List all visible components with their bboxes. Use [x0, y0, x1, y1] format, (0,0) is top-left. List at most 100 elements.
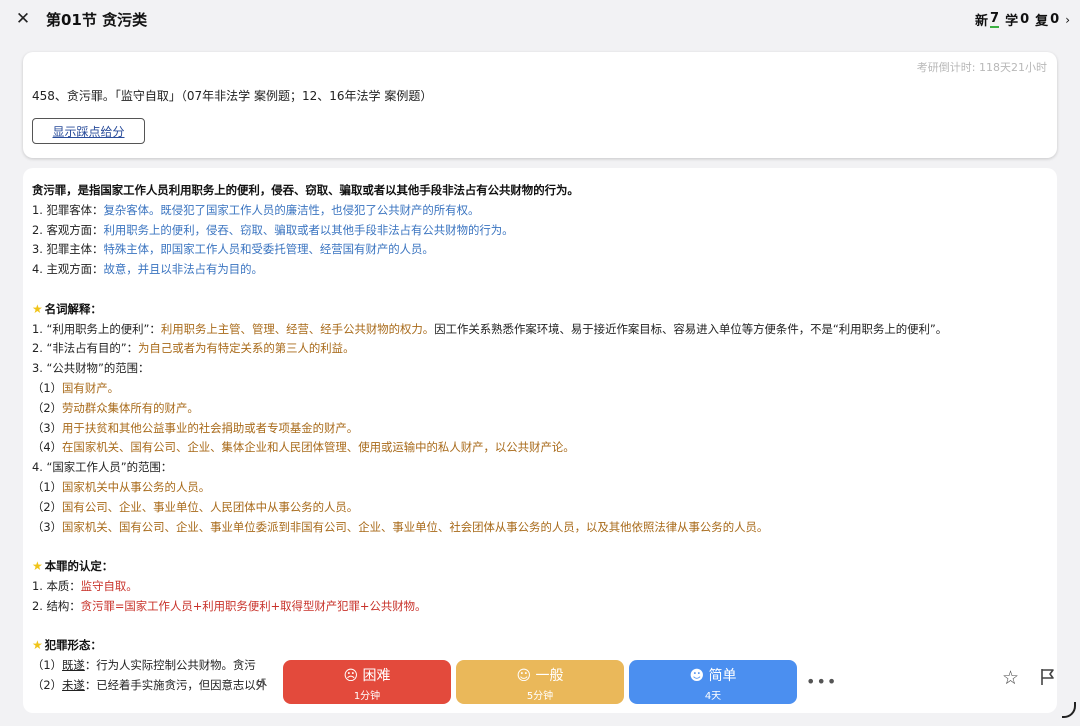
heading-text: 本罪的认定：	[44, 559, 114, 574]
item-number: （2）	[32, 400, 63, 415]
element-label: 1. 犯罪客体：	[32, 202, 104, 217]
button-interval: 4天	[704, 691, 722, 702]
identify-row: 2. 结构：贪污罪=国家工作人员+利用职务便利+取得型财产犯罪+公共财物。	[32, 597, 1050, 617]
term-row: 4. “国家工作人员”的范围：	[32, 460, 173, 475]
progress-stats[interactable]: 新 7 学 0 复 0 ›	[975, 10, 1070, 29]
rate-hard-button[interactable]: ☹ 困难 1分钟	[283, 660, 451, 704]
answer-card[interactable]: 贪污罪，是指国家工作人员利用职务上的便利，侵吞、窃取、骗取或者以其他手段非法占有…	[23, 168, 1057, 713]
item-value: 国家机关、国有公司、企业、事业单位委派到非国有公司、企业、事业单位、社会团体从事…	[62, 519, 769, 534]
element-value: 故意，并且以非法占有为目的。	[103, 262, 263, 277]
question-text: 458、贪污罪。「监守自取」（07年非法学 案例题；12、16年法学 案例题）	[32, 89, 433, 103]
happy-face-icon: ☻	[689, 668, 705, 684]
star-outline-icon[interactable]: ☆	[1002, 667, 1019, 689]
element-value: 利用职务上的便利，侵吞、窃取、骗取或者以其他手段非法占有公共财物的行为。	[103, 222, 514, 237]
flag-icon[interactable]	[1038, 667, 1058, 691]
list-item: （4）在国家机关、国有公司、企业、集体企业和人民团体管理、使用或运输中的私人财产…	[32, 438, 1050, 458]
identify-value: 贪污罪=国家工作人员+利用职务便利+取得型财产犯罪+公共财物。	[80, 598, 427, 613]
element-label: 3. 犯罪主体：	[32, 242, 104, 257]
identify-row: 1. 本质：监守自取。	[32, 577, 1050, 597]
hard-face-icon: ☹	[343, 668, 359, 684]
top-bar: ✕ 第01节 贪污类 新 7 学 0 复 0 ›	[0, 0, 1080, 38]
term-value: 利用职务上主管、管理、经营、经手公共财物的权力。	[160, 321, 435, 336]
term-row: 1. “利用职务上的便利”：利用职务上主管、管理、经营、经手公共财物的权力。因工…	[32, 320, 1050, 340]
question-card: 考研倒计时: 118天21小时 458、贪污罪。「监守自取」（07年非法学 案例…	[23, 52, 1057, 158]
item-number: （1）	[32, 479, 63, 494]
learn-label: 学	[1005, 14, 1019, 29]
button-label: 简单	[708, 668, 737, 684]
neutral-face-icon: ☺	[516, 668, 532, 684]
form-value: ：已经着手实施贪污，但因意志以外	[84, 677, 268, 692]
button-interval: 5分钟	[526, 691, 554, 702]
learn-count: 0	[1020, 12, 1030, 27]
item-number: （4）	[32, 440, 63, 455]
item-number: （1）	[32, 380, 63, 395]
button-interval: 1分钟	[353, 691, 381, 702]
element-row: 3. 犯罪主体：特殊主体，即国家工作人员和受委托管理、经营国有财产的人员。	[32, 240, 1050, 260]
item-value: 用于扶贫和其他公益事业的社会捐助或者专项基金的财产。	[62, 420, 359, 435]
identify-heading: ★ 本罪的认定：	[32, 557, 1050, 577]
more-icon[interactable]: •••	[806, 672, 837, 691]
review-label: 复	[1035, 14, 1049, 29]
rate-easy-button[interactable]: ☻ 简单 4天	[629, 660, 797, 704]
list-item: （3）用于扶贫和其他公益事业的社会捐助或者专项基金的财产。	[32, 419, 1050, 439]
term-label: 1. “利用职务上的便利”：	[32, 321, 161, 336]
list-item: （2）劳动群众集体所有的财产。	[32, 399, 1050, 419]
list-item: （3）国家机关、国有公司、企业、事业单位委派到非国有公司、企业、事业单位、社会团…	[32, 518, 1050, 538]
form-value: ：行为人实际控制公共财物。贪污	[84, 658, 256, 673]
item-value: 在国家机关、国有公司、企业、集体企业和人民团体管理、使用或运输中的私人财产，以公…	[62, 440, 575, 455]
item-value: 国家机关中从事公务的人员。	[62, 479, 211, 494]
resize-corner	[1062, 702, 1076, 718]
element-value: 复杂客体。既侵犯了国家工作人员的廉洁性，也侵犯了公共财产的所有权。	[103, 202, 480, 217]
element-row: 1. 犯罪客体：复杂客体。既侵犯了国家工作人员的廉洁性，也侵犯了公共财产的所有权…	[32, 201, 1050, 221]
item-value: 国有财产。	[62, 380, 119, 395]
list-item: （1）国有财产。	[32, 379, 1050, 399]
review-count: 0	[1050, 12, 1060, 27]
star-icon: ★	[32, 638, 43, 653]
undo-icon[interactable]: ↺	[255, 676, 267, 692]
list-item: （2）国有公司、企业、事业单位、人民团体中从事公务的人员。	[32, 498, 1050, 518]
element-row: 4. 主观方面：故意，并且以非法占有为目的。	[32, 260, 1050, 280]
section-title: 第01节 贪污类	[46, 11, 148, 29]
element-label: 2. 客观方面：	[32, 222, 104, 237]
term-label: 2. “非法占有目的”：	[32, 341, 139, 356]
item-number: （3）	[32, 420, 63, 435]
item-value: 国有公司、企业、事业单位、人民团体中从事公务的人员。	[62, 499, 359, 514]
forms-heading: ★ 犯罪形态：	[32, 636, 1050, 656]
term-note: 因工作关系熟悉作案环境、易于接近作案目标、容易进入单位等方便条件，不是“利用职务…	[434, 321, 948, 336]
button-label: 一般	[535, 668, 564, 684]
new-count: 7	[990, 11, 1000, 28]
star-icon: ★	[32, 559, 43, 574]
show-points-button[interactable]: 显示踩点给分	[32, 118, 145, 144]
form-label: 未遂	[62, 677, 85, 692]
term-row: 3. “公共财物”的范围：	[32, 361, 150, 376]
element-row: 2. 客观方面：利用职务上的便利，侵吞、窃取、骗取或者以其他手段非法占有公共财物…	[32, 221, 1050, 241]
element-value: 特殊主体，即国家工作人员和受委托管理、经营国有财产的人员。	[103, 242, 434, 257]
answer-content: 贪污罪，是指国家工作人员利用职务上的便利，侵吞、窃取、骗取或者以其他手段非法占有…	[32, 181, 1050, 696]
rate-normal-button[interactable]: ☺ 一般 5分钟	[456, 660, 624, 704]
exam-countdown: 考研倒计时: 118天21小时	[916, 61, 1047, 74]
identify-value: 监守自取。	[80, 578, 138, 593]
item-value: 劳动群众集体所有的财产。	[62, 400, 199, 415]
heading-text: 犯罪形态：	[44, 638, 102, 653]
identify-label: 2. 结构：	[32, 598, 81, 613]
term-value: 为自己或者为有特定关系的第三人的利益。	[138, 341, 355, 356]
element-label: 4. 主观方面：	[32, 262, 104, 277]
terms-heading: ★ 名词解释：	[32, 300, 1050, 320]
list-item: （1）国家机关中从事公务的人员。	[32, 478, 1050, 498]
item-number: （1）	[32, 658, 63, 673]
form-label: 既遂	[62, 658, 85, 673]
close-icon[interactable]: ✕	[12, 8, 34, 30]
new-label: 新	[975, 14, 989, 29]
item-number: （3）	[32, 519, 63, 534]
item-number: （2）	[32, 677, 63, 692]
item-number: （2）	[32, 499, 63, 514]
term-row: 2. “非法占有目的”：为自己或者为有特定关系的第三人的利益。	[32, 339, 1050, 359]
chevron-right-icon: ›	[1065, 12, 1070, 27]
identify-label: 1. 本质：	[32, 578, 81, 593]
heading-text: 名词解释：	[44, 301, 102, 316]
button-label: 困难	[362, 668, 391, 684]
definition-text: 贪污罪，是指国家工作人员利用职务上的便利，侵吞、窃取、骗取或者以其他手段非法占有…	[32, 183, 579, 197]
